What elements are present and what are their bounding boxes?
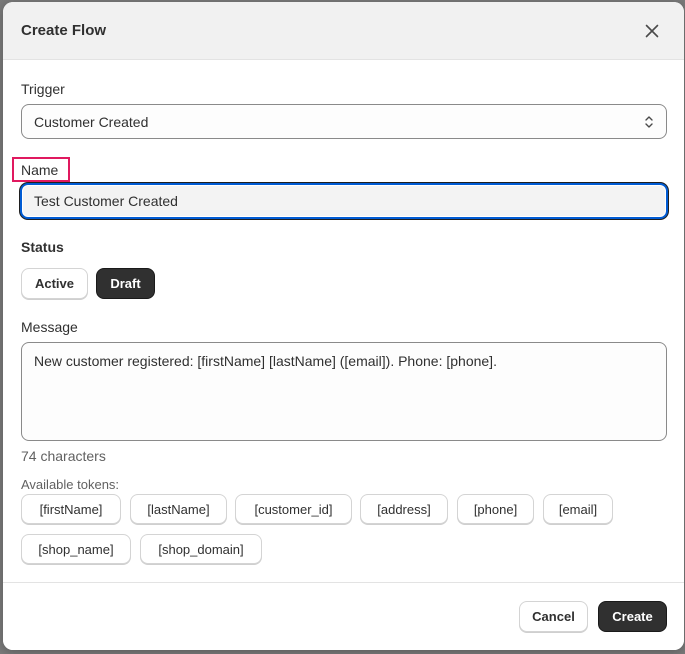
token-button-address[interactable]: [address] <box>360 494 448 524</box>
message-textarea[interactable]: New customer registered: [firstName] [la… <box>21 342 667 441</box>
cancel-button[interactable]: Cancel <box>519 601 588 632</box>
create-flow-modal: Create Flow Trigger Customer Created Nam… <box>3 2 684 650</box>
name-input[interactable]: Test Customer Created <box>20 183 668 219</box>
name-label: Name <box>21 161 59 178</box>
token-button-email[interactable]: [email] <box>543 494 613 524</box>
trigger-label: Trigger <box>21 81 65 97</box>
token-button-shop-name[interactable]: [shop_name] <box>21 534 131 564</box>
token-button-firstname[interactable]: [firstName] <box>21 494 121 524</box>
token-button-lastname[interactable]: [lastName] <box>130 494 227 524</box>
modal-title: Create Flow <box>21 22 107 39</box>
modal-footer: Cancel Create <box>3 582 684 650</box>
close-icon <box>645 24 659 37</box>
status-draft-button[interactable]: Draft <box>96 268 155 299</box>
close-button[interactable] <box>638 17 666 45</box>
token-button-phone[interactable]: [phone] <box>457 494 534 524</box>
name-input-value: Test Customer Created <box>34 193 178 209</box>
character-count: 74 characters <box>21 448 106 464</box>
trigger-select[interactable]: Customer Created <box>21 104 667 139</box>
token-button-shop-domain[interactable]: [shop_domain] <box>140 534 262 564</box>
trigger-select-value: Customer Created <box>34 113 149 130</box>
tokens-label: Available tokens: <box>21 477 120 492</box>
name-label-highlight: Name <box>12 157 70 182</box>
modal-header: Create Flow <box>3 2 684 60</box>
chevron-up-down-icon <box>645 115 653 128</box>
token-button-customer-id[interactable]: [customer_id] <box>235 494 352 524</box>
create-button[interactable]: Create <box>598 601 667 632</box>
status-active-button[interactable]: Active <box>21 268 88 299</box>
message-label: Message <box>21 319 78 335</box>
status-label: Status <box>21 239 64 255</box>
